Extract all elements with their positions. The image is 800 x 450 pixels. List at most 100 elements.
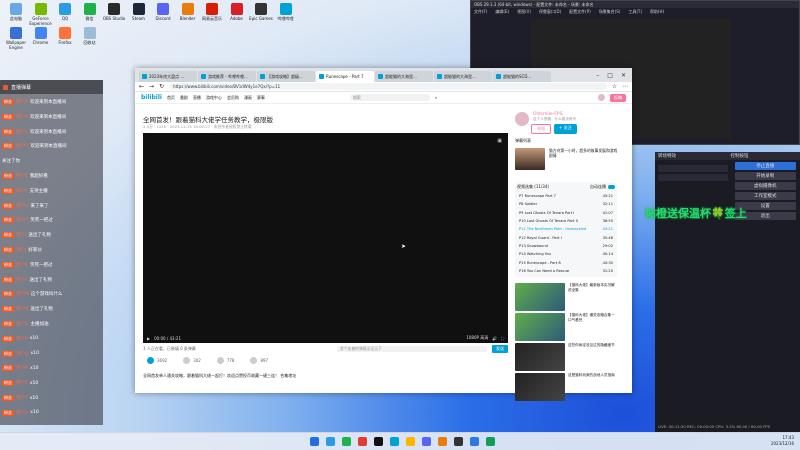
transition-duration[interactable]	[658, 174, 728, 181]
favorite-button[interactable]: 778	[216, 357, 234, 364]
video-actions[interactable]: 3692 302 778 897	[147, 357, 268, 364]
obs-menu-item[interactable]: 工具(T)	[628, 9, 642, 15]
recommend-thumbnail[interactable]	[515, 283, 565, 311]
taskbar-app-icon[interactable]	[358, 437, 367, 446]
desktop-icon[interactable]: 网易云音乐	[200, 3, 224, 21]
nav-link[interactable]: 赛事	[257, 95, 265, 101]
upload-button[interactable]: 投稿	[610, 93, 626, 102]
taskbar-app-icon[interactable]	[374, 437, 383, 446]
playlist-item[interactable]: P16 You Can Need a Rescue 31:20	[517, 267, 615, 275]
desktop-icon[interactable]: Firefox	[53, 27, 77, 45]
address-row[interactable]: ← → ↻ https://www.bilibili.com/video/BV1…	[135, 82, 632, 92]
obs-menu-item[interactable]: 配置文件(P)	[569, 9, 591, 15]
volume-icon[interactable]: 🔊	[492, 336, 497, 341]
desktop-icon[interactable]: Epic Games	[249, 3, 273, 21]
quality-selector[interactable]: 1080P 高清	[466, 335, 488, 341]
promo-title[interactable]: 猫方舟第一小时，超多的故事发展和游戏剧情	[549, 148, 619, 158]
taskbar-app-icon[interactable]	[310, 437, 319, 446]
desktop-icon[interactable]: GeForce Experience	[29, 3, 53, 26]
minimize-icon[interactable]: –	[596, 72, 599, 79]
recommend-thumbnail[interactable]	[515, 373, 565, 401]
obs-menu-item[interactable]: 文件(F)	[474, 9, 487, 15]
obs-menu-item[interactable]: 视图(V)	[517, 9, 531, 15]
recommend-title[interactable]: 【猫科大佬】最新版本实况解说全集	[568, 283, 617, 311]
taskbar-app-icon[interactable]	[390, 437, 399, 446]
bilibili-logo[interactable]: bilibili	[141, 94, 162, 101]
danmaku-bar[interactable]: 1 人正在看，已装填 0 条弹幕 发个友善的弹幕见证当下 发送	[143, 344, 508, 353]
play-icon[interactable]: ▶	[147, 336, 150, 341]
follow-button[interactable]: + 关注	[554, 124, 577, 134]
user-avatar[interactable]	[598, 94, 605, 101]
nav-link[interactable]: 番剧	[180, 95, 188, 101]
forward-icon[interactable]: →	[149, 83, 154, 90]
close-icon[interactable]: ✕	[621, 72, 626, 79]
tab-bar[interactable]: 2023年终大盘点 ... 游戏推荐 - 哔哩哔哩... 【游戏攻略】超级... Ru…	[135, 68, 632, 82]
taskbar-app-icon[interactable]	[438, 437, 447, 446]
taskbar-apps[interactable]	[310, 437, 495, 446]
window-controls[interactable]: – □ ✕	[590, 72, 632, 79]
star-icon[interactable]: ☆	[612, 83, 617, 90]
recommend-title[interactable]: 这些你肯定没见过的隐藏细节	[568, 343, 615, 371]
video-player[interactable]: ▣ ➤ ▶ 00:00 / 43:21 1080P 高清 🔊 ⛶	[143, 133, 508, 343]
uploader-buttons[interactable]: 充电 + 关注	[531, 124, 577, 134]
recommend-card[interactable]: 这些你肯定没见过的隐藏细节	[515, 343, 617, 371]
obs-control-button[interactable]: 工作室模式	[734, 192, 796, 200]
obs-control-button[interactable]: 停止直播	[734, 162, 796, 170]
obs-menu-item[interactable]: 场景集合(S)	[599, 9, 621, 15]
bilibili-header[interactable]: bilibili 首页 番剧 直播 游戏中心 会员购 漫画 赛事 搜索 ⌕ 投稿	[135, 92, 632, 104]
search-icon[interactable]: ⌕	[435, 95, 437, 100]
obs-menu-item[interactable]: 帮助(H)	[650, 9, 664, 15]
danmaku-list-header[interactable]: 弹幕列表	[515, 138, 531, 144]
desktop-icon[interactable]: 微信	[78, 3, 102, 21]
player-controls[interactable]: ▶ 00:00 / 43:21 1080P 高清 🔊 ⛶	[143, 333, 508, 343]
obs-docks[interactable]: 转场特效 控制按钮 停止直播 开始录制 虚拟摄像机 工作室模式 设置 退出 LIVE: 0…	[655, 152, 800, 432]
taskbar-app-icon[interactable]	[422, 437, 431, 446]
nav-link[interactable]: 首页	[167, 95, 175, 101]
menu-icon[interactable]: ⋯	[622, 83, 628, 90]
recommend-title[interactable]: 【猫科大佬】通关攻略合集一口气看完	[568, 313, 617, 341]
playlist-panel[interactable]: 视频选集 (11/34) 自动连播 P7 Runescape Part 7 43:…	[515, 182, 617, 277]
taskbar-app-icon[interactable]	[454, 437, 463, 446]
desktop-icon[interactable]: Chrome	[29, 27, 53, 45]
desktop-icon[interactable]: 回收站	[78, 27, 102, 45]
share-button[interactable]: 897	[250, 357, 268, 364]
playlist-item[interactable]: P14 Watching You 40:14	[517, 250, 615, 258]
taskbar-clock[interactable]: 17:43 2023/12/16	[771, 435, 794, 447]
maximize-icon[interactable]: □	[607, 72, 613, 79]
taskbar-app-icon[interactable]	[486, 437, 495, 446]
like-button[interactable]: 3692	[147, 357, 167, 364]
playlist-item[interactable]: P13 Snowbound 29:02	[517, 242, 615, 250]
obs-control-button[interactable]: 开始录制	[734, 172, 796, 180]
playlist-item[interactable]: P8 Soldier 32:11	[517, 200, 615, 208]
taskbar-app-icon[interactable]	[470, 437, 479, 446]
taskbar[interactable]: 17:43 2023/12/16	[0, 432, 800, 450]
recommend-thumbnail[interactable]	[515, 343, 565, 371]
taskbar-app-icon[interactable]	[342, 437, 351, 446]
browser-window[interactable]: 2023年终大盘点 ... 游戏推荐 - 哔哩哔哩... 【游戏攻略】超级... Ru…	[135, 68, 632, 401]
desktop-icon[interactable]: 此电脑	[4, 3, 28, 21]
transition-select[interactable]	[658, 165, 728, 172]
playlist-item[interactable]: P15 Runescape - Part 8 44:30	[517, 258, 615, 266]
desktop-icon[interactable]: QQ	[53, 3, 77, 21]
browser-tab[interactable]: 【游戏攻略】超级...	[257, 71, 315, 82]
desktop-icon[interactable]: Steam	[127, 3, 151, 21]
charge-button[interactable]: 充电	[531, 124, 551, 134]
playlist-item[interactable]: P10 Lost Ghosts Of Tenara Part II 38:55	[517, 217, 615, 225]
fullscreen-icon[interactable]: ⛶	[501, 336, 504, 341]
desktop-icon[interactable]: Blender	[176, 3, 200, 21]
desktop-icon[interactable]: Discord	[151, 3, 175, 21]
player-settings-icon[interactable]: ▣	[497, 138, 502, 144]
uploader-avatar[interactable]	[515, 112, 529, 126]
nav-link[interactable]: 会员购	[227, 95, 239, 101]
browser-tab[interactable]: 2023年终大盘点 ...	[139, 71, 197, 82]
recommend-thumbnail[interactable]	[515, 313, 565, 341]
obs-control-button[interactable]: 虚拟摄像机	[734, 182, 796, 190]
nav-link[interactable]: 漫画	[244, 95, 252, 101]
browser-tab[interactable]: 游戏推荐 - 哔哩哔哩...	[198, 71, 256, 82]
obs-menu-item[interactable]: 停靠窗口(D)	[539, 9, 561, 15]
desktop-icon[interactable]: Wallpaper Engine	[4, 27, 28, 50]
desktop-icon[interactable]: Adobe	[225, 3, 249, 21]
obs-menu[interactable]: 文件(F) 编辑(E) 视图(V) 停靠窗口(D) 配置文件(P) 场景集合(S) 工具(T…	[471, 8, 799, 15]
url-bar[interactable]: https://www.bilibili.com/video/BV1dW4y1e…	[169, 83, 607, 90]
taskbar-app-icon[interactable]	[406, 437, 415, 446]
